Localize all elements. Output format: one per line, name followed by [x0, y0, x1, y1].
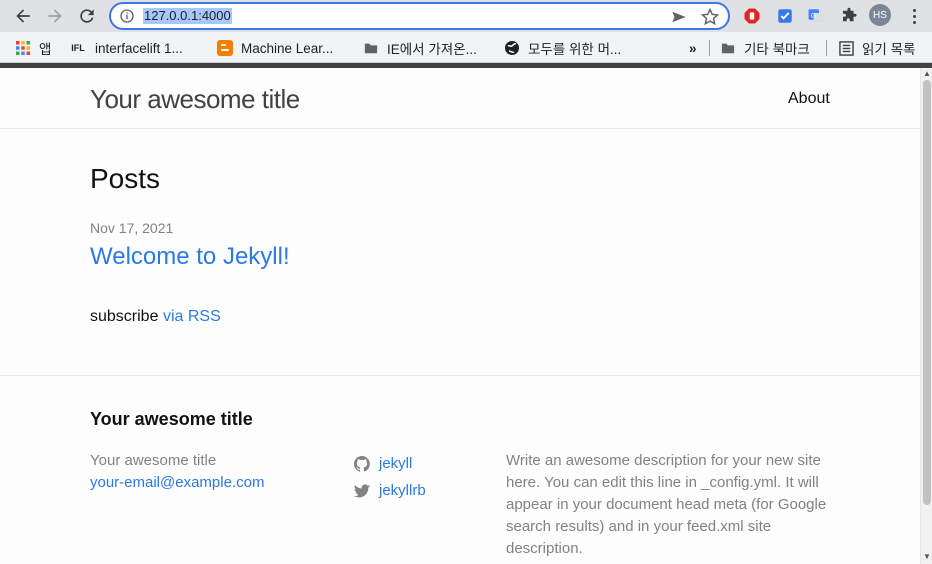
scroll-down-icon[interactable]: ▼ — [923, 553, 931, 561]
globe-icon — [504, 40, 520, 56]
site-header: Your awesome title About — [0, 68, 920, 129]
bookmark-interfacelift[interactable]: IFL interfacelift 1... — [69, 38, 183, 58]
reload-icon — [80, 9, 94, 23]
github-link[interactable]: jekyll — [354, 450, 426, 477]
bookmark-ml-for-everyone[interactable]: 모두를 위한 머... — [504, 38, 621, 58]
bookmarks-overflow-button[interactable]: » — [689, 38, 697, 58]
extensions-puzzle-icon[interactable] — [839, 6, 859, 26]
site-title-link[interactable]: Your awesome title — [90, 84, 300, 115]
address-bar[interactable]: 127.0.0.1:4000 — [109, 2, 730, 30]
browser-menu-icon[interactable] — [904, 6, 924, 26]
forward-arrow-icon — [48, 9, 62, 23]
nav-about-link[interactable]: About — [788, 90, 830, 108]
footer-site-name: Your awesome title — [90, 452, 217, 469]
bookmark-label: 읽기 목록 — [862, 42, 916, 57]
scroll-up-icon[interactable]: ▲ — [923, 70, 931, 78]
subscribe-text: subscribe — [90, 308, 159, 325]
github-icon — [354, 455, 370, 472]
folder-icon — [363, 40, 379, 56]
footer-social-links: jekyll jekyllrb — [354, 450, 426, 504]
translate-extension-icon[interactable]: G — [806, 6, 826, 26]
footer-description: Write an awesome description for your ne… — [506, 452, 827, 557]
post-date: Nov 17, 2021 — [90, 220, 174, 236]
send-tab-icon[interactable] — [670, 8, 688, 26]
back-arrow-icon — [16, 9, 30, 23]
site-footer: Your awesome title Your awesome title yo… — [0, 375, 920, 564]
bookmark-ie-folder[interactable]: IE에서 가져온... — [363, 38, 477, 58]
divider — [826, 40, 827, 56]
other-bookmarks[interactable]: 기타 북마크 — [720, 38, 810, 58]
reading-list-icon — [838, 40, 854, 56]
bookmark-label: Machine Lear... — [241, 40, 334, 56]
footer-heading: Your awesome title — [90, 409, 253, 429]
overflow-chevron-icon: » — [689, 40, 697, 56]
rss-link[interactable]: via RSS — [163, 308, 221, 325]
folder-icon — [720, 40, 736, 56]
twitter-link[interactable]: jekyllrb — [354, 477, 426, 504]
bookmark-label: IE에서 가져온... — [387, 42, 477, 57]
scrollbar-thumb[interactable] — [923, 80, 931, 505]
github-username[interactable]: jekyll — [379, 455, 412, 472]
info-icon[interactable] — [119, 8, 135, 24]
footer-email-link[interactable]: your-email@example.com — [90, 472, 264, 494]
svg-text:G: G — [811, 13, 816, 20]
bookmark-star-icon[interactable] — [700, 7, 720, 27]
forward-button[interactable] — [39, 0, 71, 32]
bookmark-machine-learning[interactable]: Machine Lear... — [217, 38, 333, 58]
profile-avatar[interactable]: HS — [869, 4, 891, 26]
ifl-icon: IFL — [71, 43, 85, 53]
reload-button[interactable] — [71, 0, 103, 32]
subscribe-line: subscribe via RSS — [90, 308, 221, 326]
browser-toolbar: 127.0.0.1:4000 G HS — [0, 0, 932, 32]
page-viewport: Your awesome title About Posts Nov 17, 2… — [0, 68, 920, 564]
url-text[interactable]: 127.0.0.1:4000 — [143, 8, 232, 24]
vertical-scrollbar[interactable]: ▲ ▼ — [920, 68, 932, 564]
twitter-username[interactable]: jekyllrb — [379, 482, 426, 499]
post-title-link[interactable]: Welcome to Jekyll! — [90, 243, 290, 271]
posts-heading: Posts — [90, 163, 161, 194]
apps-grid-icon — [15, 40, 31, 56]
bookmark-label: 앱 — [39, 42, 52, 57]
divider — [709, 40, 710, 56]
bookmark-label: interfacelift 1... — [95, 40, 183, 56]
bookmarks-bar: 앱 IFL interfacelift 1... Machine Lear...… — [0, 32, 932, 63]
bookmark-apps[interactable]: 앱 — [15, 38, 51, 58]
footer-contact: Your awesome title your-email@example.co… — [90, 450, 264, 494]
adblock-extension-icon[interactable] — [742, 6, 762, 26]
blogger-icon — [217, 40, 233, 56]
bookmark-label: 기타 북마크 — [744, 42, 810, 57]
todo-extension-icon[interactable] — [775, 6, 795, 26]
bookmark-label: 모두를 위한 머... — [528, 42, 622, 57]
twitter-icon — [354, 483, 370, 497]
back-button[interactable] — [7, 0, 39, 32]
reading-list[interactable]: 읽기 목록 — [838, 38, 915, 58]
